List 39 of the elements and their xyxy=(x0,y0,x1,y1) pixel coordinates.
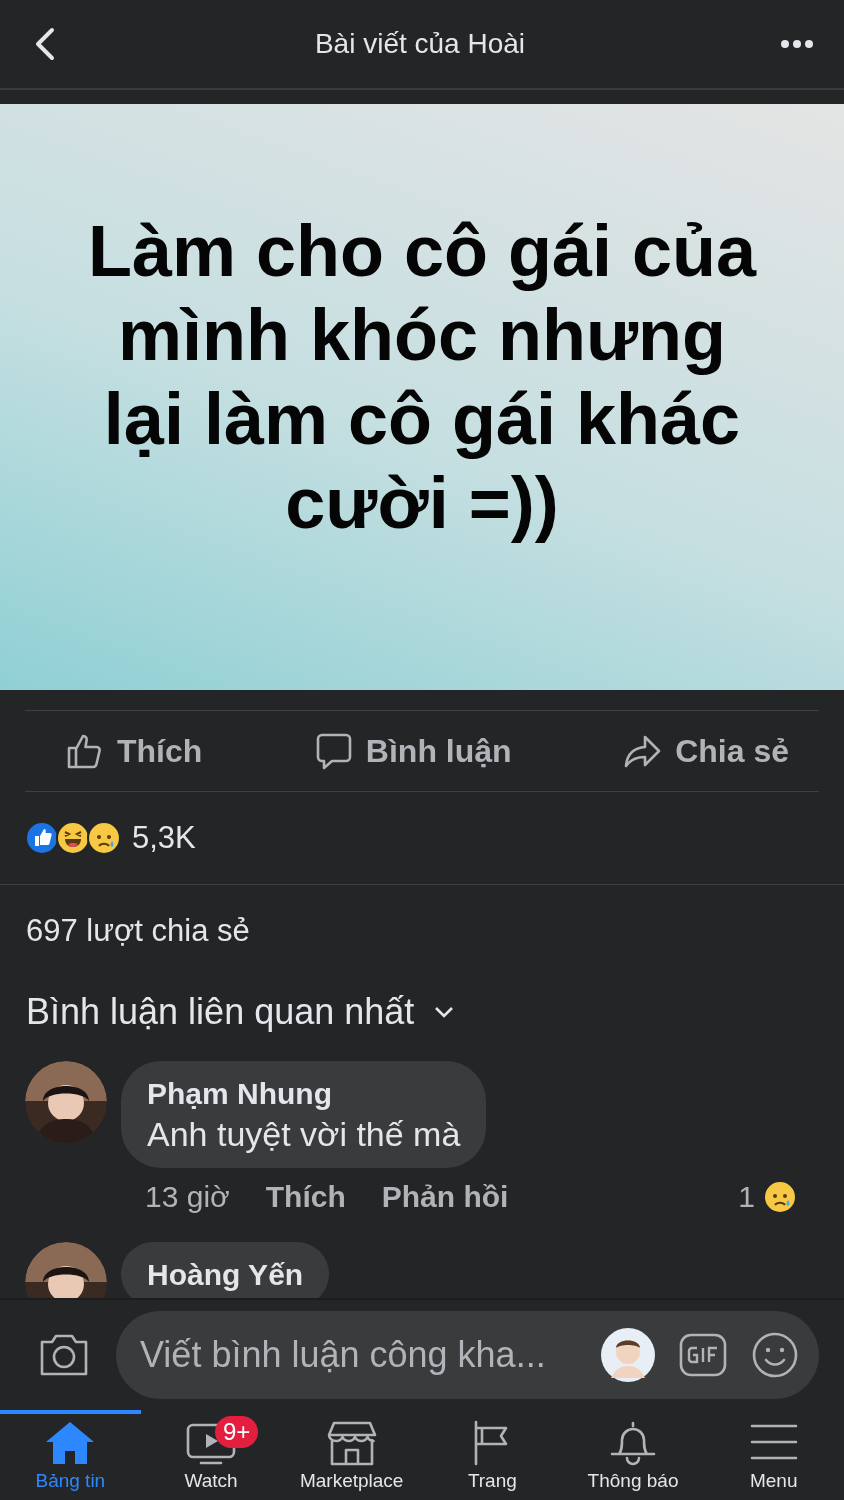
smiley-icon xyxy=(751,1331,799,1379)
store-icon xyxy=(325,1420,378,1466)
comment-author[interactable]: Phạm Nhung xyxy=(147,1077,461,1111)
laughing-reaction-icon xyxy=(56,821,90,855)
tab[interactable]: 9+ Watch xyxy=(140,1410,282,1500)
share-button[interactable]: Chia sẻ xyxy=(623,731,789,771)
tab[interactable]: Marketplace xyxy=(281,1410,422,1500)
tab[interactable]: Thông báo xyxy=(562,1410,704,1500)
like-link[interactable]: Thích xyxy=(265,1180,346,1214)
more-button[interactable] xyxy=(780,39,814,49)
comment-field[interactable]: Viết bình luận công kha... xyxy=(116,1311,819,1399)
tab[interactable]: Menu xyxy=(703,1410,844,1500)
camera-icon xyxy=(38,1332,90,1378)
comment-time: 13 giờ xyxy=(145,1180,230,1214)
tab[interactable]: Trang xyxy=(422,1410,563,1500)
comment-author[interactable]: Hoàng Yến xyxy=(147,1258,304,1292)
sad-reaction-icon xyxy=(763,1180,797,1214)
comment-button[interactable]: Bình luận xyxy=(313,731,512,771)
page-title: Bài viết của Hoài xyxy=(314,28,526,60)
reply-link[interactable]: Phản hồi xyxy=(381,1180,509,1214)
more-icon xyxy=(780,39,814,49)
gif-button[interactable] xyxy=(679,1332,727,1378)
reaction-count[interactable]: 5,3K xyxy=(132,820,196,856)
like-reaction-icon xyxy=(25,821,59,855)
sad-reaction-icon xyxy=(87,821,121,855)
like-button[interactable]: Thích xyxy=(65,731,203,771)
notification-badge: 9+ xyxy=(215,1416,259,1448)
comment-input[interactable]: Viết bình luận công kha... xyxy=(140,1334,577,1376)
comment-filter[interactable]: Bình luận liên quan nhất xyxy=(26,991,455,1033)
emoji-button[interactable] xyxy=(751,1331,799,1379)
tab[interactable]: Bảng tin xyxy=(0,1410,141,1500)
camera-button[interactable] xyxy=(38,1332,90,1378)
share-count[interactable]: 697 lượt chia sẻ xyxy=(0,885,844,949)
avatar-icon xyxy=(601,1328,655,1382)
gif-icon xyxy=(679,1332,727,1378)
chevron-down-icon xyxy=(434,1006,455,1018)
post-text: Làm cho cô gái của mình khóc nhưng lại làm cô gái khác cười =)) xyxy=(86,210,758,545)
comment-text: Anh tuyệt vời thế mà xyxy=(147,1115,461,1154)
reaction-count: 1 xyxy=(738,1180,755,1214)
